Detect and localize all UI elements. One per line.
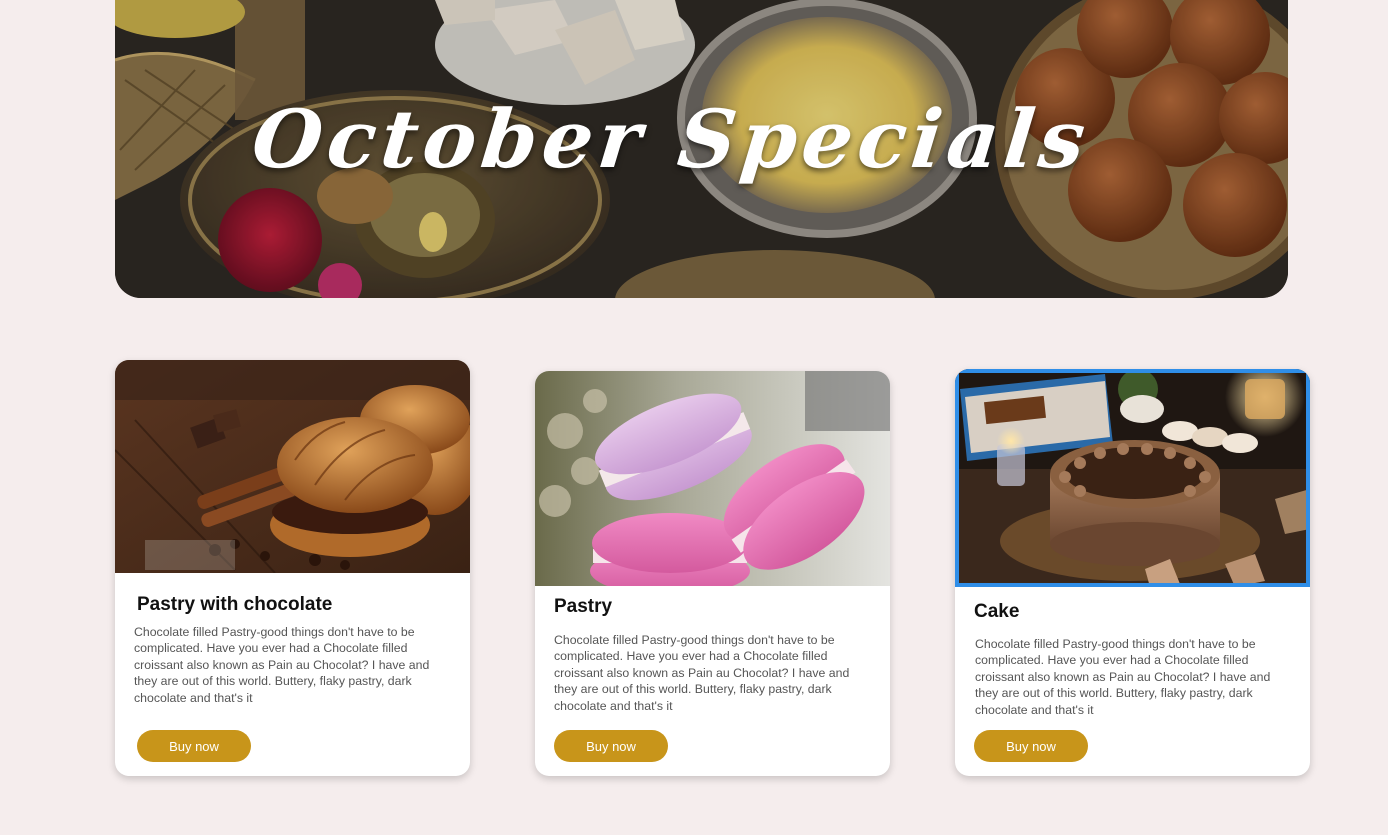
product-title: Pastry with chocolate xyxy=(137,594,333,615)
product-card-pastry[interactable]: Pastry Chocolate filled Pastry-good thin… xyxy=(535,371,890,776)
product-description: Chocolate filled Pastry-good things don'… xyxy=(975,637,1271,717)
product-description: Chocolate filled Pastry-good things don'… xyxy=(134,625,430,705)
product-title: Cake xyxy=(974,601,1020,622)
buy-now-button[interactable]: Buy now xyxy=(554,730,668,762)
product-image-macarons xyxy=(535,371,890,586)
hero-banner: October Specials xyxy=(115,0,1288,298)
product-image-croissant xyxy=(115,360,470,573)
buy-now-button[interactable]: Buy now xyxy=(137,730,251,762)
product-card-pastry-with-chocolate[interactable]: Pastry with chocolate Chocolate filled P… xyxy=(115,360,470,776)
product-title: Pastry xyxy=(554,596,613,617)
hero-title: October Specials xyxy=(248,92,1095,186)
product-description: Chocolate filled Pastry-good things don'… xyxy=(554,633,850,713)
buy-now-button[interactable]: Buy now xyxy=(974,730,1088,762)
product-card-cake[interactable]: Cake Chocolate filled Pastry-good things… xyxy=(955,369,1310,776)
product-image-cake[interactable] xyxy=(955,369,1310,587)
